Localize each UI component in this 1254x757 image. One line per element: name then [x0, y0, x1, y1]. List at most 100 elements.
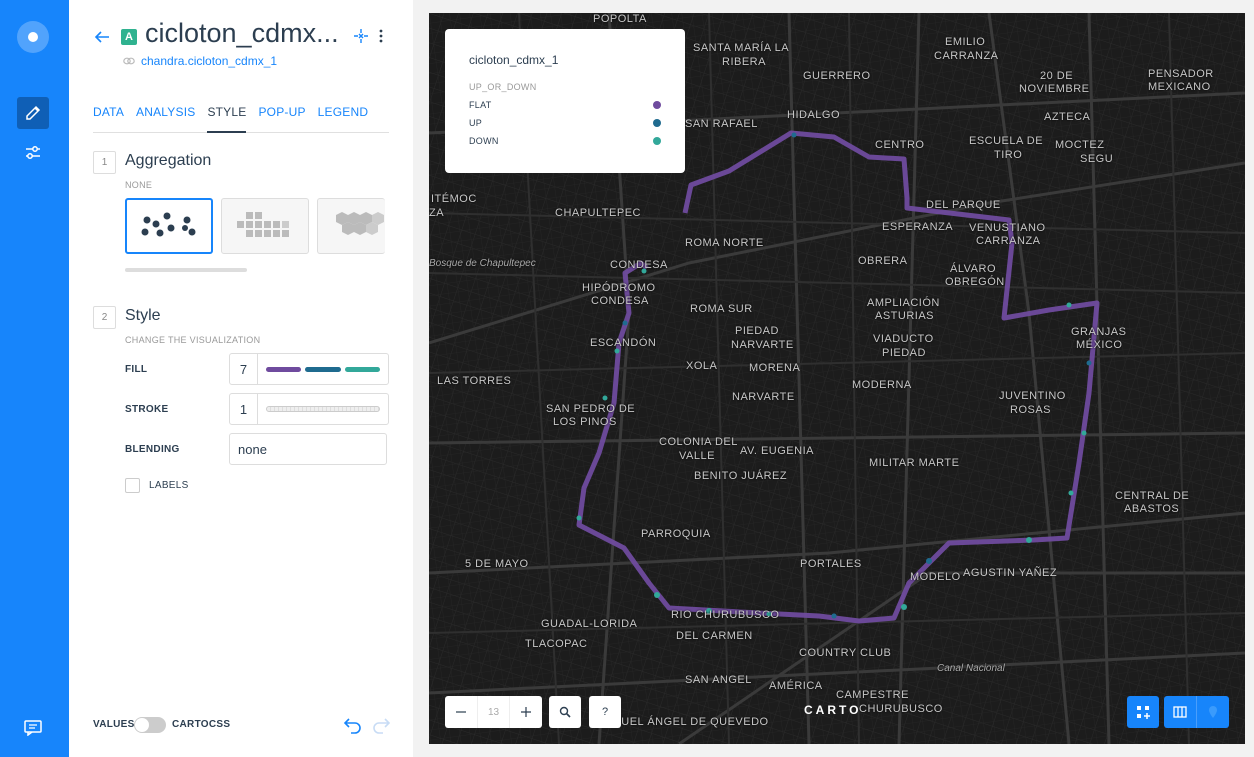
stroke-label: STROKE — [125, 404, 169, 415]
layer-title[interactable]: cicloton_cdmx... — [145, 18, 345, 49]
map-label: ESCANDÓN — [590, 337, 657, 349]
map-label: ZA — [429, 207, 445, 219]
map-label: VALLE — [679, 450, 715, 462]
map-label: CONDESA — [610, 259, 668, 271]
stroke-control[interactable]: 1 — [229, 393, 389, 425]
map-label: AZTECA — [1044, 111, 1091, 123]
squares-aggregation-icon — [237, 212, 289, 237]
source-name[interactable]: chandra.cicloton_cdmx_1 — [141, 54, 277, 68]
redo-icon[interactable] — [371, 716, 391, 734]
aggregation-title: Aggregation — [125, 152, 212, 169]
map-label: DEL PARQUE — [926, 199, 1001, 211]
map-label: AGUSTIN YAÑEZ — [963, 567, 1058, 579]
back-arrow-icon[interactable] — [92, 27, 112, 47]
aggregation-scrollbar[interactable] — [125, 268, 247, 272]
map-label: ITÉMOC — [431, 193, 477, 205]
map-label: HIDALGO — [787, 109, 841, 121]
map-help-button[interactable]: ? — [589, 696, 621, 728]
undo-icon[interactable] — [343, 716, 363, 734]
legend-item-dot — [653, 119, 661, 127]
map-view-toggle[interactable] — [1164, 696, 1229, 728]
carto-logo-icon[interactable] — [17, 21, 49, 53]
zoom-in-button[interactable] — [509, 696, 542, 728]
edit-pencil-icon[interactable] — [17, 97, 49, 129]
table-view-button[interactable] — [1164, 706, 1196, 718]
map-label: SANTA MARÍA LA — [693, 42, 790, 54]
map-label: 20 DE — [1040, 70, 1074, 82]
fill-color-ramp[interactable] — [258, 366, 388, 372]
fill-size-value[interactable]: 7 — [230, 354, 258, 384]
tab-legend[interactable]: LEGEND — [318, 103, 369, 133]
map-label: ESCUELA DE — [969, 135, 1044, 147]
map-label: OBRERA — [858, 255, 908, 267]
map-label: AMPLIACIÓN — [867, 297, 940, 309]
legend-item-label: UP — [469, 118, 483, 128]
map-label: MODERNA — [852, 379, 912, 391]
blending-select[interactable]: none — [229, 433, 387, 465]
map-label: MEXICANO — [1148, 81, 1211, 93]
more-options-icon[interactable] — [373, 28, 389, 44]
search-icon — [559, 706, 571, 718]
map-label: Canal Nacional — [937, 663, 1005, 674]
fill-control[interactable]: 7 — [229, 353, 389, 385]
aggregation-points-option[interactable] — [125, 198, 213, 254]
tab-style[interactable]: STYLE — [207, 103, 247, 133]
zoom-control: 13 — [445, 696, 542, 728]
columns-icon — [1173, 706, 1187, 718]
stroke-size-value[interactable]: 1 — [230, 394, 258, 424]
values-cartocss-toggle[interactable] — [134, 717, 166, 733]
map-label: CAMPESTRE — [836, 689, 909, 701]
map-label: CENTRO — [875, 139, 925, 151]
link-icon — [123, 57, 135, 65]
feature-edit-button[interactable] — [1127, 696, 1159, 728]
map-label: ROSAS — [1010, 404, 1052, 416]
map-label: GUERRERO — [803, 70, 871, 82]
map-label: ESPERANZA — [882, 221, 954, 233]
zoom-out-button[interactable] — [445, 696, 477, 728]
plus-icon — [521, 707, 532, 717]
map-label: RIBERA — [722, 56, 766, 68]
map-view-button[interactable] — [1196, 696, 1229, 728]
map-search-button[interactable] — [549, 696, 581, 728]
map-label: AMÉRICA — [769, 680, 823, 692]
map-label: XOLA — [686, 360, 718, 372]
stroke-color-bar[interactable] — [266, 406, 380, 412]
map-label: PIEDAD — [882, 347, 926, 359]
map-view[interactable]: POPOLTA SANTA MARÍA LA RIBERA GUERRERO E… — [429, 13, 1245, 744]
map-label: MODELO — [910, 571, 961, 583]
carto-attribution: CARTO — [804, 703, 862, 717]
style-title: Style — [125, 307, 161, 324]
labels-checkbox[interactable] — [125, 478, 140, 493]
cartocss-mode-label[interactable]: CARTOCSS — [172, 719, 230, 730]
aggregation-subtitle: NONE — [125, 180, 153, 190]
map-label: CARRANZA — [934, 50, 999, 62]
chat-icon[interactable] — [24, 720, 42, 737]
map-label: NARVARTE — [732, 391, 795, 403]
values-mode-label[interactable]: VALUES — [93, 719, 135, 730]
minus-icon — [455, 711, 466, 713]
map-label: BENITO JUÁREZ — [694, 470, 788, 482]
map-label: ROMA NORTE — [685, 237, 764, 249]
aggregation-squares-option[interactable] — [221, 198, 309, 254]
map-label: Bosque de Chapultepec — [429, 258, 536, 269]
aggregation-hexabins-option[interactable] — [317, 198, 385, 254]
blending-label: BLENDING — [125, 444, 180, 455]
tab-popup[interactable]: POP-UP — [258, 103, 305, 133]
map-label: AV. EUGENIA — [740, 445, 814, 457]
tab-data[interactable]: DATA — [93, 103, 124, 133]
zoom-level: 13 — [476, 696, 510, 728]
map-label: DEL CARMEN — [676, 630, 753, 642]
layer-source[interactable]: chandra.cicloton_cdmx_1 — [123, 54, 277, 68]
fill-label: FILL — [125, 364, 148, 375]
labels-label[interactable]: LABELS — [149, 480, 189, 491]
map-label: LOS PINOS — [553, 416, 617, 428]
center-map-icon[interactable] — [353, 28, 369, 44]
map-label: OBREGÓN — [945, 276, 1005, 288]
map-label: COUNTRY CLUB — [799, 647, 892, 659]
map-label: MILITAR MARTE — [869, 457, 960, 469]
legend-field: UP_OR_DOWN — [469, 82, 537, 92]
tab-analysis[interactable]: ANALYSIS — [136, 103, 195, 133]
legend-item: DOWN — [469, 136, 661, 146]
map-label: VIADUCTO — [873, 333, 934, 345]
settings-sliders-icon[interactable] — [17, 137, 49, 169]
